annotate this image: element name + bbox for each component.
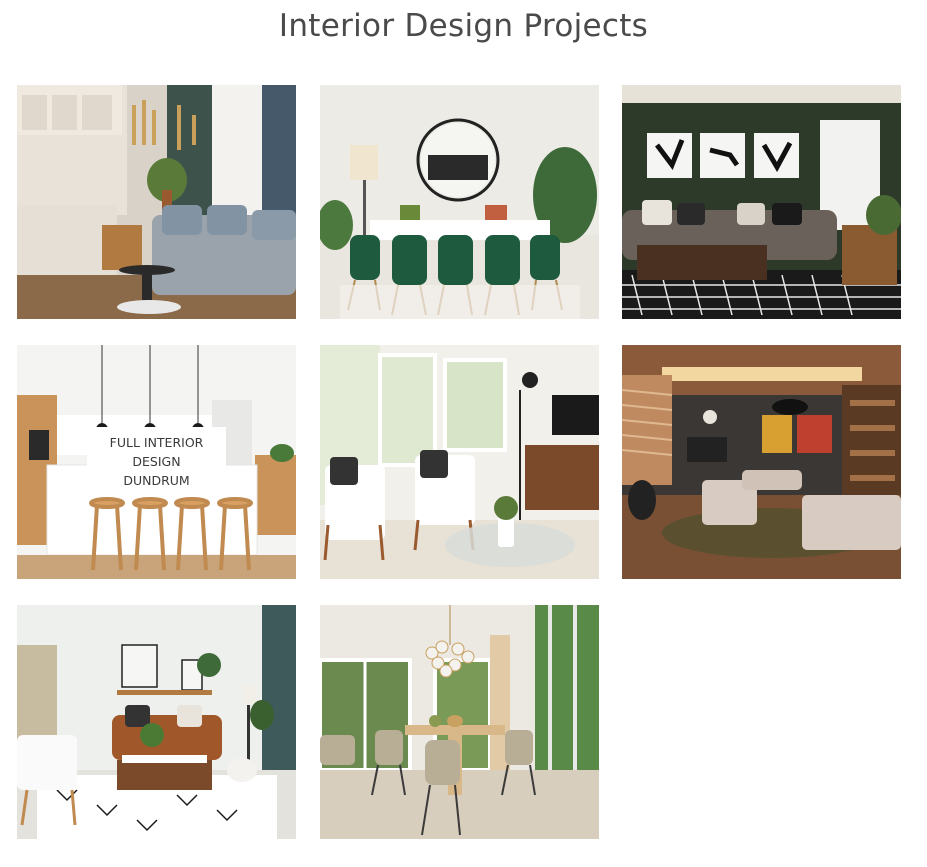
project-image-living-kitchen	[17, 85, 296, 319]
overlay-line-1: FULL INTERIOR	[109, 435, 204, 450]
project-tile-dining-green[interactable]	[320, 85, 599, 319]
project-image-dining-chandelier	[320, 605, 599, 839]
project-tile-living-wood-ceiling[interactable]	[622, 345, 901, 579]
project-tile-kitchen-island[interactable]: FULL INTERIOR DESIGN DUNDRUM	[17, 345, 296, 579]
project-image-living-wood-ceiling	[622, 345, 901, 579]
project-image-bright-living	[320, 345, 599, 579]
project-tile-dining-chandelier[interactable]	[320, 605, 599, 839]
project-image-living-green-wall	[622, 85, 901, 319]
project-tile-living-leather[interactable]	[17, 605, 296, 839]
project-overlay-label: FULL INTERIOR DESIGN DUNDRUM	[87, 427, 226, 496]
project-tile-bright-living[interactable]	[320, 345, 599, 579]
project-tile-living-kitchen[interactable]	[17, 85, 296, 319]
page-title: Interior Design Projects	[278, 8, 649, 44]
overlay-line-2: DESIGN	[132, 454, 181, 469]
project-image-dining-green	[320, 85, 599, 319]
overlay-line-3: DUNDRUM	[123, 473, 190, 488]
project-gallery: FULL INTERIOR DESIGN DUNDRUM	[17, 85, 901, 840]
project-image-living-leather	[17, 605, 296, 839]
project-tile-living-green-wall[interactable]	[622, 85, 901, 319]
